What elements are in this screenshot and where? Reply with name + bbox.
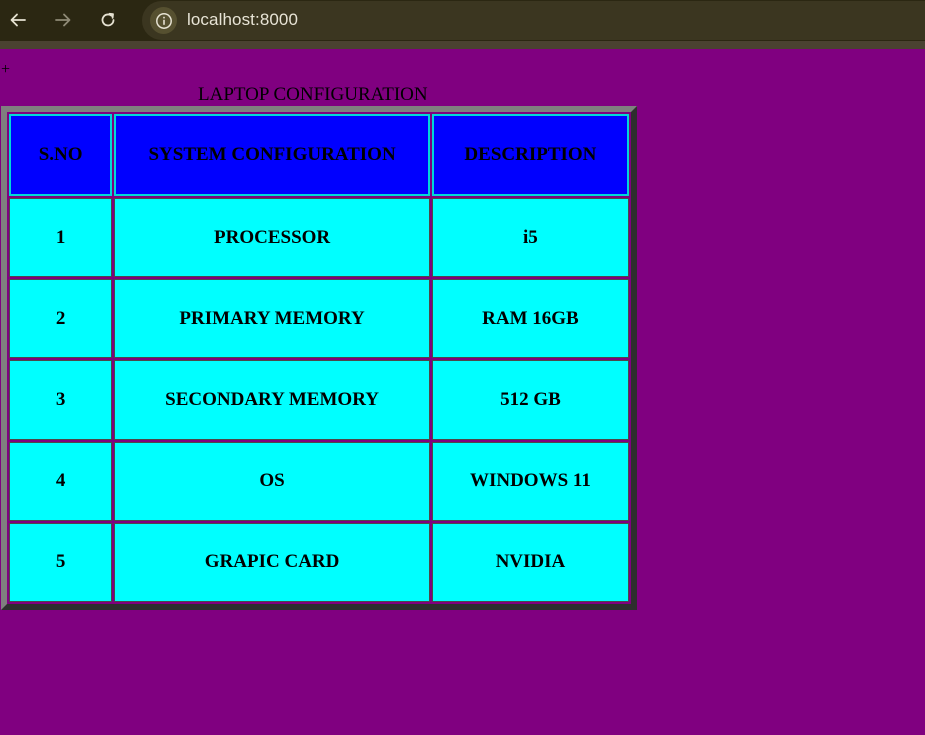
cell-sno: 2 xyxy=(9,279,113,359)
table-header-row: S.NO SYSTEM CONFIGURATION DESCRIPTION xyxy=(9,114,629,196)
cell-sno: 4 xyxy=(9,441,113,521)
table-row: 2 PRIMARY MEMORY RAM 16GB xyxy=(9,279,629,359)
back-button[interactable] xyxy=(4,6,32,34)
cell-description: WINDOWS 11 xyxy=(431,441,629,521)
laptop-config-table: S.NO SYSTEM CONFIGURATION DESCRIPTION 1 … xyxy=(7,112,631,604)
table-frame: S.NO SYSTEM CONFIGURATION DESCRIPTION 1 … xyxy=(1,106,637,610)
cell-sno: 3 xyxy=(9,360,113,440)
cell-configuration: PRIMARY MEMORY xyxy=(114,279,430,359)
browser-toolbar: localhost:8000 xyxy=(0,0,925,41)
reload-button[interactable] xyxy=(94,6,122,34)
cell-configuration: SECONDARY MEMORY xyxy=(114,360,430,440)
table-row: 5 GRAPIC CARD NVIDIA xyxy=(9,522,629,602)
site-info-icon xyxy=(155,12,172,29)
header-description: DESCRIPTION xyxy=(431,114,629,196)
site-info-button[interactable] xyxy=(150,7,177,34)
table-row: 1 PROCESSOR i5 xyxy=(9,198,629,278)
address-bar[interactable]: localhost:8000 xyxy=(142,1,925,40)
table-caption: LAPTOP CONFIGURATION xyxy=(198,84,428,105)
header-sno: S.NO xyxy=(9,114,113,196)
cell-description: 512 GB xyxy=(431,360,629,440)
back-arrow-icon xyxy=(10,13,26,27)
forward-arrow-icon xyxy=(55,13,71,27)
cell-description: i5 xyxy=(431,198,629,278)
page-content: + LAPTOP CONFIGURATION S.NO SYSTEM CONFI… xyxy=(0,49,925,735)
table-row: 3 SECONDARY MEMORY 512 GB xyxy=(9,360,629,440)
plus-mark: + xyxy=(1,61,11,78)
cell-configuration: PROCESSOR xyxy=(114,198,430,278)
header-system-configuration: SYSTEM CONFIGURATION xyxy=(114,114,430,196)
cell-configuration: GRAPIC CARD xyxy=(114,522,430,602)
reload-icon xyxy=(101,12,115,27)
browser-divider xyxy=(0,41,925,49)
cell-sno: 5 xyxy=(9,522,113,602)
cell-sno: 1 xyxy=(9,198,113,278)
table-row: 4 OS WINDOWS 11 xyxy=(9,441,629,521)
cell-description: RAM 16GB xyxy=(431,279,629,359)
address-text[interactable]: localhost:8000 xyxy=(187,10,298,30)
forward-button[interactable] xyxy=(49,6,77,34)
cell-description: NVIDIA xyxy=(431,522,629,602)
cell-configuration: OS xyxy=(114,441,430,521)
